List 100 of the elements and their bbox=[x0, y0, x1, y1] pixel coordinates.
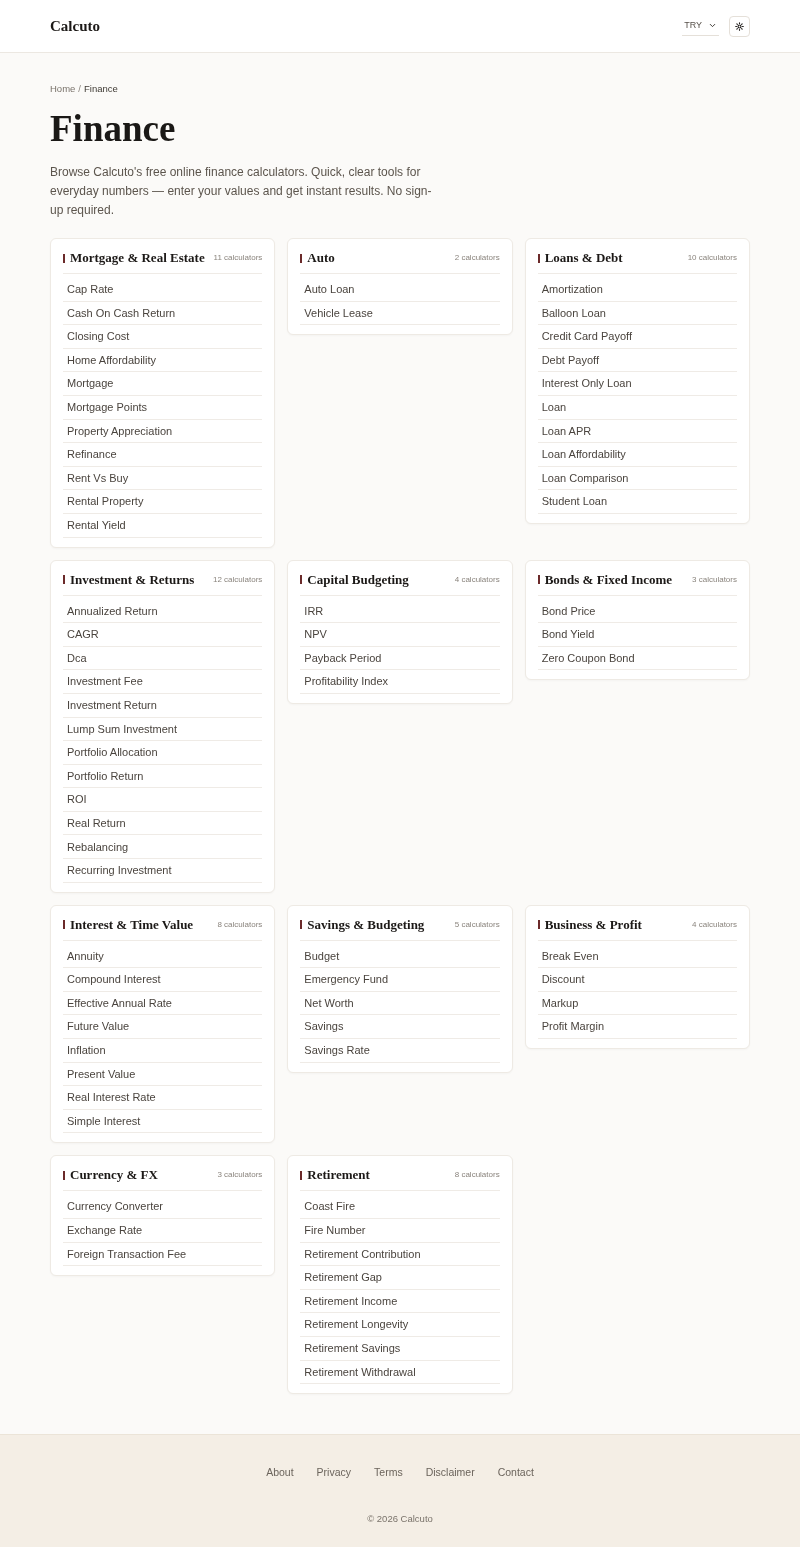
calculator-link[interactable]: NPV bbox=[300, 623, 500, 647]
accent-bar-icon bbox=[300, 253, 303, 263]
calculator-link[interactable]: Lump Sum Investment bbox=[63, 717, 263, 742]
calculator-link[interactable]: Auto Loan bbox=[300, 278, 500, 302]
calculator-link[interactable]: Retirement Income bbox=[300, 1289, 500, 1314]
calculator-link[interactable]: ROI bbox=[63, 788, 263, 812]
calculator-count: 3 calculators bbox=[217, 1169, 263, 1182]
calculator-link[interactable]: Rental Yield bbox=[63, 513, 263, 538]
footer-link[interactable]: About bbox=[266, 1465, 294, 1480]
calculator-count: 4 calculators bbox=[692, 918, 737, 931]
footer-link[interactable]: Terms bbox=[374, 1465, 403, 1480]
calculator-link[interactable]: Amortization bbox=[537, 278, 737, 302]
accent-bar-icon bbox=[537, 253, 540, 263]
calculator-link[interactable]: Balloon Loan bbox=[537, 301, 737, 326]
calculator-link[interactable]: Debt Payoff bbox=[537, 348, 737, 373]
category-title: Loans & Debt bbox=[544, 251, 623, 265]
calculator-link[interactable]: Cap Rate bbox=[63, 278, 263, 302]
calculator-link[interactable]: Coast Fire bbox=[300, 1195, 500, 1219]
sun-icon bbox=[735, 21, 744, 31]
category-title: Mortgage & Real Estate bbox=[70, 251, 205, 265]
calculator-link[interactable]: Real Return bbox=[63, 811, 263, 836]
calculator-link[interactable]: Retirement Longevity bbox=[300, 1313, 500, 1337]
calculator-link[interactable]: Markup bbox=[537, 991, 737, 1016]
calculator-link[interactable]: Cash On Cash Return bbox=[63, 301, 263, 326]
calculator-count: 2 calculators bbox=[454, 252, 500, 264]
footer-link[interactable]: Privacy bbox=[316, 1465, 352, 1480]
calculator-link[interactable]: Discount bbox=[537, 968, 737, 992]
theme-toggle-button[interactable] bbox=[729, 15, 750, 37]
calculator-link[interactable]: Present Value bbox=[63, 1062, 263, 1087]
calculator-link[interactable]: Home Affordability bbox=[63, 348, 263, 373]
calculator-link[interactable]: Closing Cost bbox=[63, 325, 263, 349]
calculator-link[interactable]: Mortgage Points bbox=[63, 395, 263, 420]
calculator-link[interactable]: Simple Interest bbox=[63, 1109, 263, 1134]
calculator-link[interactable]: Savings Rate bbox=[300, 1039, 500, 1063]
calculator-link[interactable]: Bond Price bbox=[537, 599, 737, 624]
calculator-link[interactable]: Foreign Transaction Fee bbox=[63, 1242, 263, 1267]
calculator-link[interactable]: Real Interest Rate bbox=[63, 1086, 263, 1110]
currency-select[interactable]: TRY bbox=[682, 15, 719, 37]
category-title: Currency & FX bbox=[70, 1168, 158, 1183]
calculator-count: 5 calculators bbox=[454, 918, 500, 931]
calculator-link[interactable]: Credit Card Payoff bbox=[537, 325, 737, 349]
calculator-link[interactable]: Savings bbox=[300, 1015, 500, 1040]
calculator-link[interactable]: Retirement Gap bbox=[300, 1266, 500, 1290]
category-title: Capital Budgeting bbox=[307, 572, 409, 587]
breadcrumb-link[interactable]: Home bbox=[50, 82, 76, 96]
calculator-link[interactable]: Future Value bbox=[63, 1015, 263, 1040]
calculator-link[interactable]: Investment Return bbox=[63, 693, 263, 718]
calculator-link[interactable]: Vehicle Lease bbox=[300, 301, 500, 326]
calculator-link[interactable]: Investment Fee bbox=[63, 670, 263, 694]
calculator-count: 11 calculators bbox=[213, 252, 263, 264]
calculator-link[interactable]: Break Even bbox=[537, 944, 737, 969]
footer-link[interactable]: Contact bbox=[497, 1465, 534, 1480]
footer-link[interactable]: Disclaimer bbox=[425, 1465, 475, 1480]
calculator-link[interactable]: Emergency Fund bbox=[300, 968, 500, 992]
calculator-link[interactable]: Rental Property bbox=[63, 490, 263, 514]
site-logo[interactable]: Calcuto bbox=[50, 14, 100, 38]
calculator-link[interactable]: Exchange Rate bbox=[63, 1219, 263, 1243]
calculator-link[interactable]: Recurring Investment bbox=[63, 859, 263, 883]
category-title: Savings & Budgeting bbox=[307, 917, 425, 932]
calculator-link[interactable]: Fire Number bbox=[300, 1219, 500, 1243]
calculator-link[interactable]: Rent Vs Buy bbox=[63, 466, 263, 491]
calculator-link[interactable]: Portfolio Allocation bbox=[63, 741, 263, 765]
calculator-link[interactable]: Retirement Contribution bbox=[300, 1242, 500, 1267]
page-title: Finance bbox=[50, 107, 177, 151]
calculator-link[interactable]: Payback Period bbox=[300, 646, 500, 671]
calculator-link[interactable]: Loan APR bbox=[537, 419, 737, 444]
calculator-link[interactable]: Profitability Index bbox=[300, 670, 500, 694]
calculator-link[interactable]: Mortgage bbox=[63, 372, 263, 396]
calculator-link[interactable]: IRR bbox=[300, 599, 500, 624]
calculator-link[interactable]: Currency Converter bbox=[63, 1195, 263, 1219]
accent-bar-icon bbox=[537, 920, 540, 930]
calculator-link[interactable]: Refinance bbox=[63, 443, 263, 467]
calculator-link[interactable]: Loan bbox=[537, 395, 737, 420]
calculator-link[interactable]: Net Worth bbox=[300, 991, 500, 1016]
copyright-text: © 2026 Calcuto bbox=[367, 1512, 433, 1527]
calculator-link[interactable]: Rebalancing bbox=[63, 835, 263, 860]
category-title: Bonds & Fixed Income bbox=[544, 572, 673, 587]
breadcrumb-link[interactable]: Finance bbox=[84, 82, 118, 96]
calculator-link[interactable]: Property Appreciation bbox=[63, 419, 263, 444]
breadcrumb-separator: / bbox=[78, 82, 81, 96]
calculator-link[interactable]: Annuity bbox=[63, 944, 263, 969]
calculator-count: 4 calculators bbox=[454, 573, 500, 586]
calculator-link[interactable]: Profit Margin bbox=[537, 1015, 737, 1040]
calculator-link[interactable]: Budget bbox=[300, 944, 500, 969]
calculator-link[interactable]: Compound Interest bbox=[63, 968, 263, 992]
calculator-link[interactable]: Loan Affordability bbox=[537, 443, 737, 467]
calculator-link[interactable]: Effective Annual Rate bbox=[63, 991, 263, 1016]
calculator-link[interactable]: Zero Coupon Bond bbox=[537, 646, 737, 671]
calculator-link[interactable]: Interest Only Loan bbox=[537, 372, 737, 396]
calculator-link[interactable]: Retirement Withdrawal bbox=[300, 1360, 500, 1385]
calculator-link[interactable]: Portfolio Return bbox=[63, 764, 263, 789]
calculator-link[interactable]: CAGR bbox=[63, 623, 263, 647]
calculator-link[interactable]: Dca bbox=[63, 646, 263, 671]
calculator-link[interactable]: Loan Comparison bbox=[537, 466, 737, 491]
calculator-link[interactable]: Retirement Savings bbox=[300, 1336, 500, 1361]
calculator-link[interactable]: Bond Yield bbox=[537, 623, 737, 647]
calculator-link[interactable]: Annualized Return bbox=[63, 599, 263, 624]
calculator-link[interactable]: Inflation bbox=[63, 1039, 263, 1063]
calculator-link[interactable]: Student Loan bbox=[537, 490, 737, 514]
accent-bar-icon bbox=[63, 920, 65, 930]
